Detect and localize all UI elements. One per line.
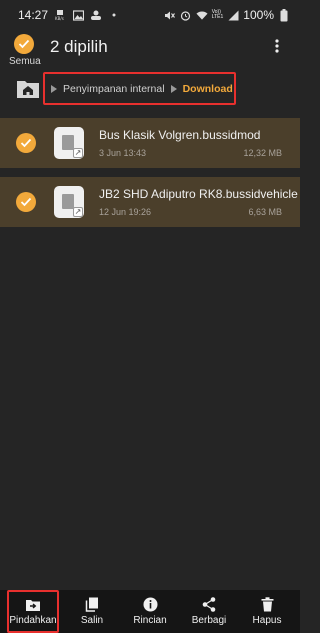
share-button[interactable]: Berbagi <box>189 590 229 633</box>
file-name: Bus Klasik Volgren.bussidmod <box>99 128 261 142</box>
file-row[interactable]: ↗ JB2 SHD Adiputro RK8.bussidvehicle 12 … <box>0 177 300 227</box>
select-all-toggle[interactable]: Semua <box>9 34 41 67</box>
delete-label: Hapus <box>252 615 282 626</box>
selected-check-icon[interactable] <box>16 192 36 212</box>
info-icon <box>143 597 157 612</box>
path-row: Penyimpanan internal Download <box>0 72 300 106</box>
battery-percent: 100% <box>243 8 274 22</box>
image-icon <box>72 9 84 21</box>
alarm-icon <box>180 9 192 21</box>
kbs-icon: KB/s <box>54 9 66 21</box>
battery-icon <box>278 8 290 21</box>
select-all-label: Semua <box>9 56 41 67</box>
breadcrumb-current-download[interactable]: Download <box>183 83 233 95</box>
file-name: JB2 SHD Adiputro RK8.bussidvehicle <box>99 187 298 201</box>
signal-icon <box>227 9 239 21</box>
lte-label: LTE1 <box>211 14 224 20</box>
file-date: 3 Jun 13:43 <box>99 148 147 158</box>
move-label: Pindahkan <box>9 614 57 626</box>
file-size: 12,32 MB <box>243 148 282 158</box>
breadcrumb: Penyimpanan internal Download <box>43 72 236 105</box>
breadcrumb-item-internal-storage[interactable]: Penyimpanan internal <box>63 83 165 95</box>
status-right: Vo)) LTE1 100% <box>164 8 290 22</box>
copy-label: Salin <box>80 615 104 626</box>
status-time: 14:27 <box>18 8 49 22</box>
more-vertical-icon[interactable] <box>266 34 288 58</box>
details-label: Rincian <box>133 615 167 626</box>
selection-count-title: 2 dipilih <box>50 37 108 56</box>
breadcrumb-arrow-icon <box>170 84 177 93</box>
share-icon <box>202 597 216 612</box>
home-folder-icon[interactable] <box>16 78 40 100</box>
file-size: 6,63 MB <box>248 207 282 217</box>
breadcrumb-arrow-icon <box>51 84 57 93</box>
delete-button[interactable]: Hapus <box>248 590 286 633</box>
game-controller-icon <box>90 9 102 21</box>
selected-check-icon[interactable] <box>16 133 36 153</box>
mute-icon <box>164 9 176 21</box>
file-date: 12 Jun 19:26 <box>99 207 152 217</box>
file-list: ↗ Bus Klasik Volgren.bussidmod 3 Jun 13:… <box>0 118 300 236</box>
copy-button[interactable]: Salin <box>74 590 110 633</box>
move-folder-icon <box>26 599 40 611</box>
move-button[interactable]: Pindahkan <box>7 590 59 633</box>
svg-text:KB/s: KB/s <box>55 16 64 21</box>
file-icon: ↗ <box>54 186 84 218</box>
file-row[interactable]: ↗ Bus Klasik Volgren.bussidmod 3 Jun 13:… <box>0 118 300 168</box>
trash-icon <box>261 597 273 612</box>
bottom-action-bar: Pindahkan Salin Rincian Berbagi Hapus <box>0 590 300 633</box>
status-bar: 14:27 KB/s Vo)) LTE1 100% <box>0 0 300 30</box>
status-left: 14:27 KB/s <box>18 8 120 22</box>
volte-icon: Vo)) LTE1 <box>212 10 224 20</box>
share-label: Berbagi <box>191 615 227 626</box>
dot-icon <box>108 9 120 21</box>
file-icon: ↗ <box>54 127 84 159</box>
wifi-icon <box>196 9 208 21</box>
select-all-check-icon <box>14 34 34 54</box>
copy-icon <box>85 597 98 612</box>
details-button[interactable]: Rincian <box>128 590 172 633</box>
